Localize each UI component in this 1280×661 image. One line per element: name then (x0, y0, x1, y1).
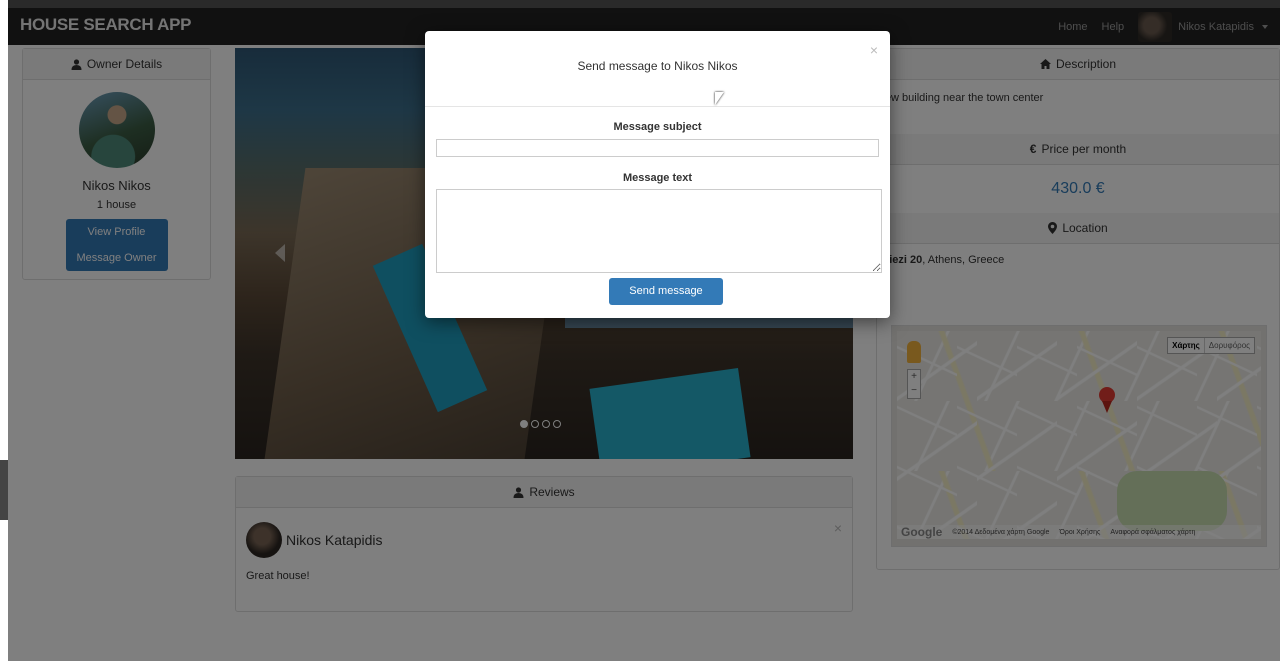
page: HOUSE SEARCH APP Home Help Nikos Katapid… (8, 8, 1280, 661)
modal-header: Send message to Nikos Nikos × (425, 31, 890, 107)
message-textarea[interactable] (436, 189, 882, 273)
subject-input[interactable] (436, 139, 879, 157)
send-message-modal: Send message to Nikos Nikos × Message su… (425, 31, 890, 318)
window-edge-bar (0, 460, 8, 520)
subject-label: Message subject (613, 121, 702, 133)
window-left-edge (0, 0, 8, 661)
modal-title: Send message to Nikos Nikos (577, 59, 738, 73)
close-icon[interactable]: × (870, 43, 878, 57)
send-message-button[interactable]: Send message (609, 278, 723, 305)
mouse-cursor-icon (715, 92, 724, 105)
message-text-label: Message text (622, 172, 693, 184)
